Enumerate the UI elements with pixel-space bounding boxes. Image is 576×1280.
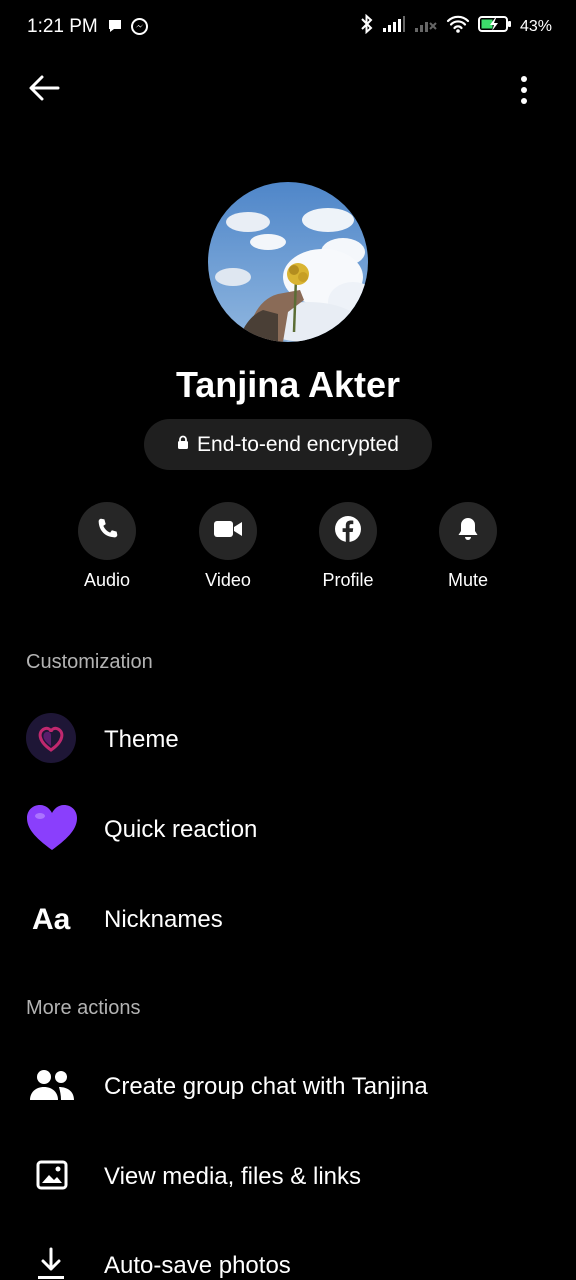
customization-title: Customization bbox=[26, 651, 153, 673]
profile-avatar[interactable] bbox=[208, 182, 368, 342]
image-icon bbox=[26, 1160, 68, 1195]
profile-label: Profile bbox=[322, 570, 374, 590]
more-options-button[interactable] bbox=[516, 70, 532, 110]
purple-heart-icon bbox=[26, 804, 78, 857]
encryption-badge[interactable]: End-to-end encrypted bbox=[144, 419, 432, 470]
mute-label: Mute bbox=[447, 570, 489, 590]
phone-icon bbox=[94, 516, 120, 547]
audio-label: Audio bbox=[83, 570, 131, 590]
view-media-row[interactable]: View media, files & links bbox=[0, 1137, 576, 1217]
auto-save-photos-label: Auto-save photos bbox=[104, 1252, 291, 1279]
video-label: Video bbox=[205, 570, 251, 590]
theme-heart-icon bbox=[26, 712, 76, 768]
video-call-button[interactable]: Video bbox=[168, 502, 288, 591]
more-vertical-icon-dot bbox=[521, 98, 527, 104]
nicknames-row[interactable]: Aa Nicknames bbox=[0, 880, 576, 960]
lock-icon bbox=[177, 435, 189, 455]
facebook-icon bbox=[334, 515, 362, 548]
quick-reaction-row[interactable]: Quick reaction bbox=[0, 790, 576, 870]
view-media-label: View media, files & links bbox=[104, 1163, 361, 1190]
messenger-icon bbox=[131, 18, 148, 40]
back-button[interactable] bbox=[24, 70, 64, 110]
arrow-left-icon bbox=[28, 74, 60, 107]
bluetooth-icon bbox=[360, 13, 374, 39]
wifi-icon bbox=[446, 15, 470, 38]
quick-reaction-label: Quick reaction bbox=[104, 816, 258, 843]
profile-button[interactable]: Profile bbox=[288, 502, 408, 591]
audio-call-button[interactable]: Audio bbox=[47, 502, 167, 591]
battery-percent: 43% bbox=[519, 17, 552, 35]
status-time: 1:21 PM bbox=[27, 16, 98, 37]
contact-name: Tanjina Akter bbox=[175, 364, 401, 405]
signal-off-icon bbox=[414, 15, 438, 38]
more-actions-title: More actions bbox=[26, 997, 141, 1019]
battery-charging-icon bbox=[477, 15, 512, 38]
theme-label: Theme bbox=[104, 726, 179, 753]
auto-save-photos-row[interactable]: Auto-save photos bbox=[0, 1226, 576, 1280]
download-icon bbox=[26, 1247, 66, 1280]
encryption-label: End-to-end encrypted bbox=[197, 432, 399, 456]
create-group-row[interactable]: Create group chat with Tanjina bbox=[0, 1047, 576, 1127]
signal-icon bbox=[382, 15, 406, 38]
nicknames-label: Nicknames bbox=[104, 906, 223, 933]
mute-button[interactable]: Mute bbox=[408, 502, 528, 591]
video-camera-icon bbox=[213, 518, 243, 545]
create-group-label: Create group chat with Tanjina bbox=[104, 1073, 428, 1100]
group-icon bbox=[26, 1069, 74, 1106]
status-bar: 1:21 PM 43% bbox=[0, 0, 576, 56]
bell-icon bbox=[456, 516, 480, 547]
top-bar bbox=[0, 64, 576, 116]
more-vertical-icon-dot bbox=[521, 76, 527, 82]
text-aa-icon: Aa bbox=[32, 903, 71, 936]
theme-row[interactable]: Theme bbox=[0, 700, 576, 780]
chat-bubble-icon bbox=[107, 18, 123, 40]
more-vertical-icon-dot bbox=[521, 87, 527, 93]
